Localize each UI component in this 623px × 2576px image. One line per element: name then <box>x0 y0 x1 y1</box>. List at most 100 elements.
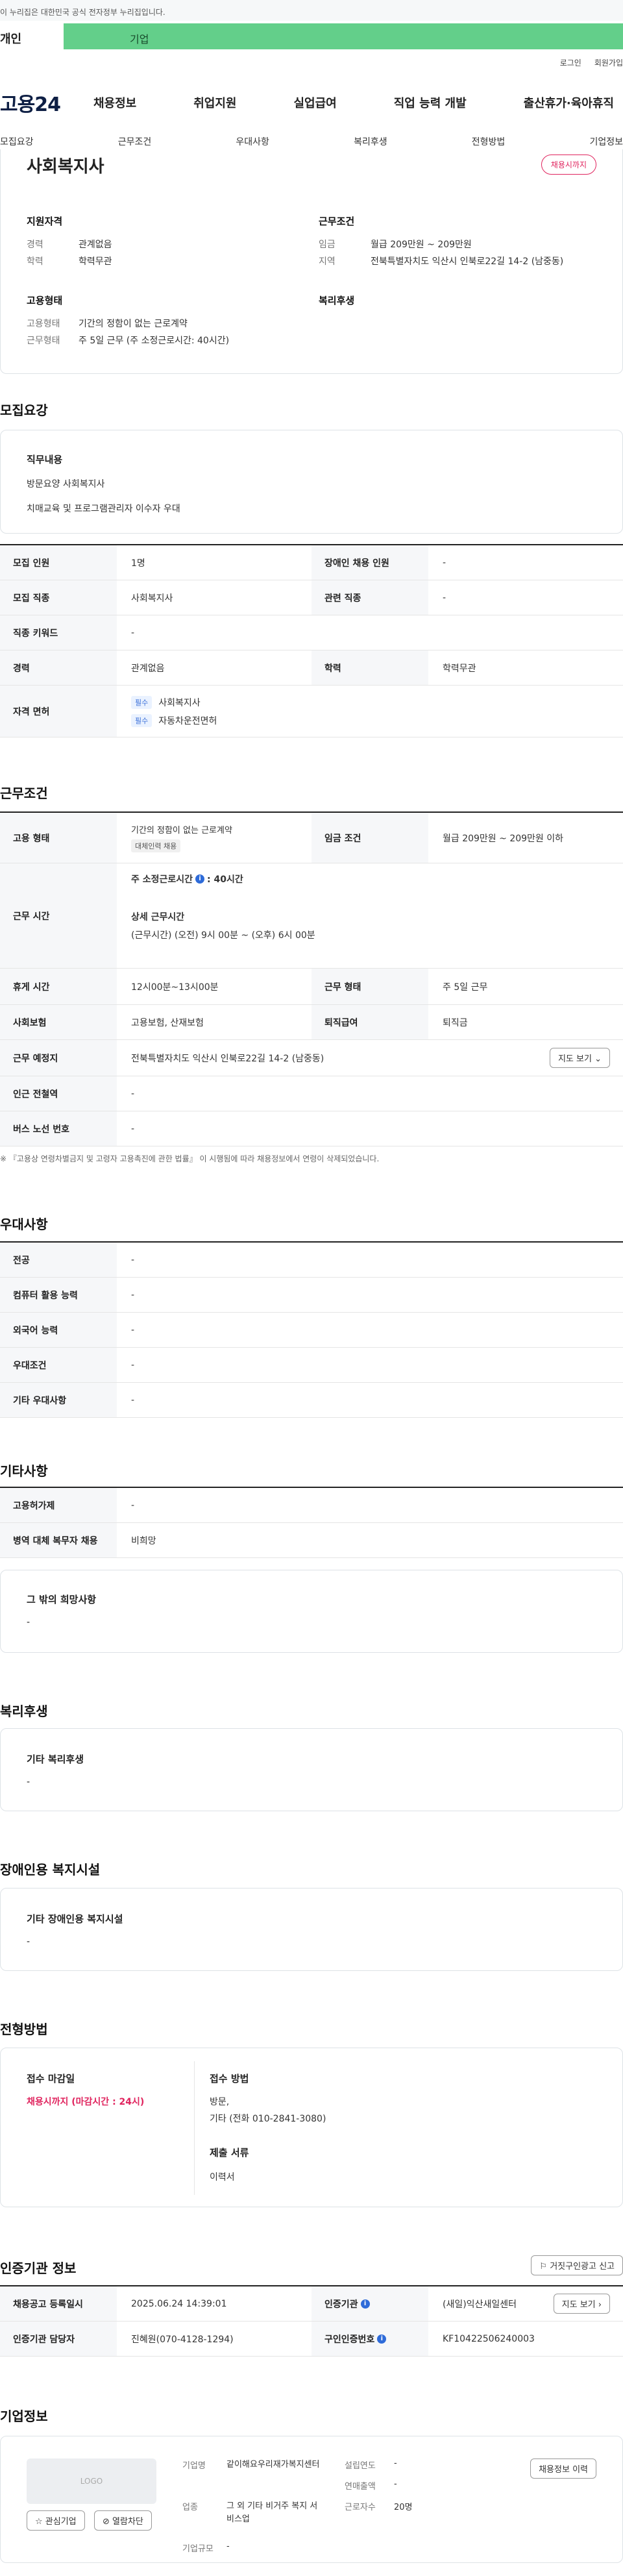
recruit-count-label: 모집 인원 <box>0 545 117 580</box>
prefer-table: 전공 - 컴퓨터 활용 능력 - 외국어 능력 - 우대조건 - 기타 우대사항 - <box>0 1241 623 1418</box>
table-row: 근무 예정지 전북특별자치도 익산시 인북로22길 14-2 (남중동) 지도 … <box>0 1040 623 1076</box>
info-icon[interactable]: i <box>377 2334 387 2344</box>
retire-label: 퇴직급여 <box>312 1005 428 1039</box>
license-tag: 필수 <box>131 695 153 709</box>
login-link[interactable]: 로그인 <box>560 57 581 68</box>
emp-type-row: 고용형태 기간의 정함이 없는 근로계약 <box>27 317 188 330</box>
screen-section-title: 전형방법 <box>0 2022 48 2037</box>
license-name: 자동차운전면허 <box>158 715 217 726</box>
preference-value: - <box>131 1359 135 1370</box>
founded-label: 설립연도 <box>345 2461 376 2471</box>
cert-num-label-text: 구인인증번호 <box>324 2334 375 2345</box>
toggle-business-label: 기업 <box>130 33 149 45</box>
tab-company[interactable]: 기업정보 <box>589 135 623 148</box>
gnb-item-jobs[interactable]: 채용정보 <box>84 94 145 111</box>
map-button-label: 지도 보기 <box>557 1054 592 1064</box>
work-permit-value: - <box>131 1500 135 1511</box>
block-button-label: 열람차단 <box>112 2517 143 2527</box>
company-name-value: 같이해요우리재가복지센터 <box>226 2460 320 2470</box>
tab-screening[interactable]: 전형방법 <box>472 135 506 148</box>
company-name-label: 기업명 <box>182 2461 206 2471</box>
employee-value: 20명 <box>394 2503 413 2512</box>
license-name: 사회복지사 <box>158 697 201 708</box>
recruit-section-title: 모집요강 <box>0 402 48 418</box>
qual-edu-label: 학력 <box>27 256 43 267</box>
toggle-business[interactable]: 기업 <box>64 23 623 49</box>
hiring-history-button[interactable]: 채용정보 이력 <box>530 2458 596 2479</box>
deadline-heading: 접수 마감일 <box>27 2073 75 2085</box>
gnb-menu: 채용정보 취업지원 실업급여 직업 능력 개발 출산휴가·육아휴직 <box>78 94 623 111</box>
hours-main-value: : 40시간 <box>207 874 243 885</box>
emp-type-value: 기간의 정함이 없는 근로계약 <box>79 319 188 329</box>
prefer-section-title: 우대사항 <box>0 1217 48 1232</box>
license-item: 필수 사회복지사 <box>131 695 201 709</box>
welfare-box-value: - <box>27 1777 31 1787</box>
table-row: 모집 인원 1명 장애인 채용 인원 - <box>0 545 623 580</box>
company-card: LOGO ☆ 관심기업 ⊘ 열람차단 기업명 같이해요우리재가복지센터 업종 그… <box>0 2436 623 2563</box>
tab-preference[interactable]: 우대사항 <box>236 135 269 148</box>
info-icon[interactable]: i <box>195 874 205 884</box>
staff-label: 인증기관 담당자 <box>0 2322 117 2356</box>
cert-table: 채용공고 등록일시 2025.06.24 14:39:01 인증기관 i (새일)… <box>0 2285 623 2357</box>
other-preference-value: - <box>131 1394 135 1406</box>
wage-label: 임금 조건 <box>312 813 428 863</box>
gov-banner: 이 누리집은 대한민국 공식 전자정부 누리집입니다. <box>0 0 623 21</box>
table-row: 컴퓨터 활용 능력 - <box>0 1278 623 1313</box>
welfare-card: 기타 복리후생 - <box>0 1728 623 1811</box>
gnb-item-employment-support[interactable]: 취업지원 <box>184 94 245 111</box>
cert-org-label: 인증기관 i <box>312 2286 428 2321</box>
info-icon[interactable]: i <box>360 2299 370 2309</box>
block-view-button[interactable]: ⊘ 열람차단 <box>94 2510 152 2531</box>
signup-link[interactable]: 회원가입 <box>594 57 623 68</box>
disabled-box-heading: 기타 장애인용 복지시설 <box>27 1913 123 1925</box>
qualification-heading: 지원자격 <box>27 216 63 227</box>
job-summary-card: 사회복지사 채용시까지 지원자격 경력 관계없음 학력 학력무관 근무조건 임금 월급… <box>0 149 623 374</box>
duty-line-2: 치매교육 및 프로그램관리자 이수자 우대 <box>27 504 180 514</box>
duty-heading: 직무내용 <box>27 454 63 465</box>
sales-value: - <box>394 2479 397 2489</box>
tab-recruit[interactable]: 모집요강 <box>0 135 34 148</box>
table-row: 버스 노선 번호 - <box>0 1111 623 1146</box>
table-row: 우대조건 - <box>0 1348 623 1383</box>
employment-heading: 고용형태 <box>27 295 63 306</box>
other-wishes-card: 그 밖의 희망사항 - <box>0 1570 623 1653</box>
shift-value: 주 5일 근무 <box>443 982 488 993</box>
gnb-item-skills[interactable]: 직업 능력 개발 <box>385 94 476 111</box>
cond-wage-value: 월급 209만원 ~ 209만원 <box>371 240 472 250</box>
shift-label: 근무 형태 <box>312 969 428 1004</box>
table-row: 경력 관계없음 학력 학력무관 <box>0 650 623 686</box>
report-fake-ad-button[interactable]: ⚐ 거짓구인광고 신고 <box>531 2255 623 2275</box>
map-button[interactable]: 지도 보기 ⌄ <box>549 1048 610 1068</box>
break-label: 휴게 시간 <box>0 969 117 1004</box>
break-value: 12시00분~13시00분 <box>131 982 219 993</box>
gnb-item-unemployment-benefit[interactable]: 실업급여 <box>285 94 346 111</box>
reg-date-value: 2025.06.24 14:39:01 <box>131 2298 227 2309</box>
recruit-table: 모집 인원 1명 장애인 채용 인원 - 모집 직종 사회복지사 관련 직종 -… <box>0 544 623 737</box>
emp-shift-row: 근무형태 주 5일 근무 (주 소정근로시간: 40시간) <box>27 334 229 347</box>
block-icon: ⊘ <box>103 2517 110 2527</box>
other-wishes-heading: 그 밖의 희망사항 <box>27 1594 97 1605</box>
cond-wage-label: 임금 <box>319 240 336 250</box>
education-value: 학력무관 <box>443 663 476 674</box>
recruit-count-value: 1명 <box>131 558 145 569</box>
job-title: 사회복지사 <box>27 157 104 177</box>
toggle-personal[interactable]: 개인 <box>0 23 64 49</box>
cert-num-label: 구인인증번호 i <box>312 2322 428 2356</box>
emp-shift-value: 주 5일 근무 (주 소정근로시간: 40시간) <box>79 336 230 346</box>
career-label: 경력 <box>0 650 117 685</box>
place-label: 근무 예정지 <box>0 1040 117 1076</box>
site-logo[interactable]: 고용24 <box>0 88 78 117</box>
cert-map-button[interactable]: 지도 보기 › <box>553 2294 610 2314</box>
hours-label: 근무 시간 <box>0 863 117 968</box>
insurance-label: 사회보험 <box>0 1005 117 1039</box>
table-row: 채용공고 등록일시 2025.06.24 14:39:01 인증기관 i (새일)… <box>0 2286 623 2322</box>
favorite-company-button[interactable]: ☆ 관심기업 <box>27 2510 85 2531</box>
hours-detail: (근무시간) (오전) 9시 00분 ~ (오후) 6시 00분 <box>131 930 315 941</box>
tab-work-condition[interactable]: 근무조건 <box>118 135 152 148</box>
disabled-count-value: - <box>443 557 446 568</box>
cert-map-button-label: 지도 보기 <box>561 2300 596 2310</box>
tab-welfare[interactable]: 복리후생 <box>354 135 387 148</box>
gnb-item-leave[interactable]: 출산휴가·육아휴직 <box>515 94 623 111</box>
report-icon: ⚐ <box>539 2262 548 2272</box>
toggle-personal-label: 개인 <box>0 32 22 46</box>
